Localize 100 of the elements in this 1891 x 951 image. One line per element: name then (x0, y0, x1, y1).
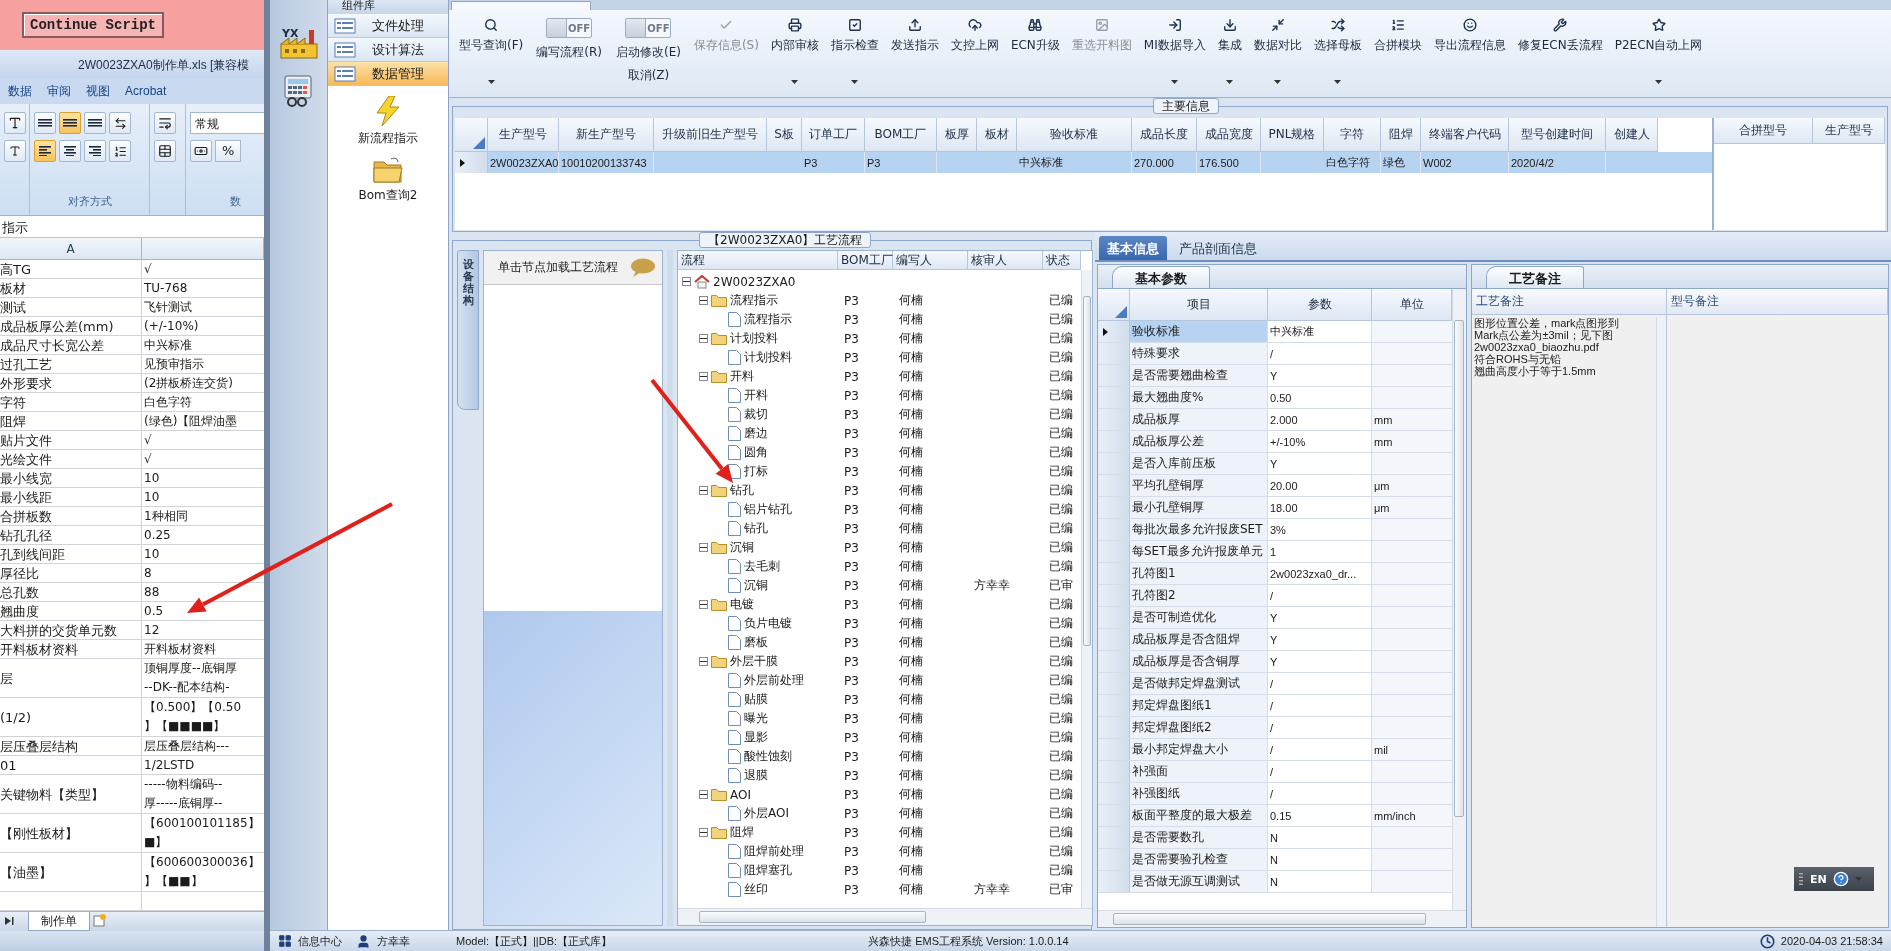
tree-item[interactable]: 阻焊塞孔 (678, 861, 838, 880)
column-header[interactable]: BOM工厂 (865, 118, 937, 152)
ribbon-tab[interactable]: 审阅 (45, 82, 84, 100)
table-cell[interactable]: 孔符图2 (1130, 585, 1268, 606)
column-header[interactable]: 参数 (1268, 289, 1372, 321)
tree-item[interactable]: 负片电镀 (678, 614, 838, 633)
column-header[interactable]: 编写人 (893, 251, 968, 270)
table-cell[interactable]: 最小孔壁铜厚 (1130, 497, 1268, 518)
table-cell[interactable]: 是否需要翘曲检查 (1130, 365, 1268, 386)
table-cell[interactable]: 是否做邦定焊盘测试 (1130, 673, 1268, 694)
currency-icon[interactable] (190, 140, 212, 162)
table-cell[interactable]: 是否可制造优化 (1130, 607, 1268, 628)
tree-item[interactable]: 磨板 (678, 633, 838, 652)
tree-item[interactable]: 显影 (678, 728, 838, 747)
tab[interactable]: 基本信息 (1099, 236, 1167, 260)
align-button[interactable] (59, 112, 81, 134)
table-cell[interactable]: 成品板厚是否含阻焊 (1130, 629, 1268, 650)
table-cell[interactable]: 成品板厚公差 (1130, 431, 1268, 452)
tree-item[interactable]: 磨边 (678, 424, 838, 443)
table-cell[interactable]: 每批次最多允许报废SET (1130, 519, 1268, 540)
collapse-icon[interactable] (699, 600, 708, 609)
tree-item[interactable]: 2W0023ZXA0 (678, 272, 838, 291)
tree-item[interactable]: 阻焊 (678, 823, 838, 842)
collapse-icon[interactable] (699, 296, 708, 305)
table-cell[interactable]: 是否需要数孔 (1130, 827, 1268, 848)
tab[interactable]: 基本参数 (1112, 266, 1210, 288)
ribbon-tab[interactable]: Acrobat (123, 84, 180, 98)
nav-item[interactable]: 设计算法 (328, 38, 448, 62)
percent-button[interactable]: % (215, 140, 242, 162)
indent-icon[interactable] (109, 140, 131, 162)
lightning-icon[interactable] (375, 96, 401, 126)
tree-item[interactable]: 流程指示 (678, 291, 838, 310)
collapse-icon[interactable] (699, 828, 708, 837)
column-header[interactable]: 型号备注 (1667, 289, 1888, 315)
align-button[interactable] (34, 112, 56, 134)
column-header[interactable]: 工艺备注 (1472, 289, 1667, 315)
toolbar-button[interactable]: 文控上网 (946, 18, 1003, 54)
tree-item[interactable]: 裁切 (678, 405, 838, 424)
table-row[interactable]: 2W0023ZXA0 10010200133743 P3 P3 中兴标准 270.000 176.500 白色字符 绿色 W002 2020/4/2 (455, 152, 1712, 173)
column-header[interactable]: 流程 (678, 251, 838, 270)
column-header[interactable]: 成品宽度 (1197, 118, 1261, 152)
tree-item[interactable]: 开料 (678, 386, 838, 405)
column-header[interactable]: S板 (767, 118, 802, 152)
wrap-text-icon[interactable] (154, 112, 176, 134)
tab[interactable]: 工艺备注 (1486, 266, 1584, 288)
collapse-icon[interactable] (682, 277, 691, 286)
toolbar-button[interactable]: 集成 (1213, 18, 1246, 87)
toolbar-button[interactable]: MI数据导入 (1139, 18, 1210, 87)
collapse-icon[interactable] (699, 543, 708, 552)
tree-item[interactable]: 贴膜 (678, 690, 838, 709)
language-bar[interactable]: EN (1794, 867, 1874, 891)
tree-item[interactable]: 开料 (678, 367, 838, 386)
table-cell[interactable]: 最大翘曲度% (1130, 387, 1268, 408)
table-cell[interactable]: 平均孔壁铜厚 (1130, 475, 1268, 496)
tree-item[interactable]: 曝光 (678, 709, 838, 728)
column-header[interactable]: 验收标准 (1017, 118, 1132, 152)
tree-item[interactable]: 电镀 (678, 595, 838, 614)
tree-item[interactable]: 丝印 (678, 880, 838, 899)
column-header[interactable]: 状态 (1043, 251, 1081, 270)
scrollbar[interactable] (1081, 270, 1092, 908)
tree-item[interactable]: 外层AOI (678, 804, 838, 823)
grid-icon[interactable] (278, 934, 292, 948)
shortcut-label[interactable]: 新流程指示 (358, 130, 418, 147)
align-button[interactable] (84, 140, 106, 162)
toolbar-button[interactable]: 合拼模块 (1369, 18, 1426, 54)
tree-item[interactable]: 阻焊前处理 (678, 842, 838, 861)
tree-item[interactable]: AOI (678, 785, 838, 804)
column-header[interactable]: 单位 (1372, 289, 1452, 321)
tree-item[interactable]: 圆角 (678, 443, 838, 462)
tree-item[interactable]: 计划投料 (678, 348, 838, 367)
toggle-switch[interactable]: OFF (625, 18, 672, 38)
side-tab[interactable]: 设备结构 (457, 250, 479, 410)
tab[interactable]: 产品剖面信息 (1171, 236, 1265, 260)
column-header[interactable]: 项目 (1130, 289, 1268, 321)
toolbar-button[interactable]: 修复ECN丢流程 (1513, 18, 1607, 54)
tree-item[interactable]: 铝片钻孔 (678, 500, 838, 519)
scrollbar[interactable] (1656, 317, 1666, 927)
toolbar-button[interactable]: 选择母板 (1309, 18, 1366, 87)
table-cell[interactable]: 邦定焊盘图纸1 (1130, 695, 1268, 716)
column-header[interactable]: 板材 (977, 118, 1017, 152)
toolbar-button[interactable]: 导出流程信息 (1429, 18, 1510, 54)
table-cell[interactable]: 补强图纸 (1130, 783, 1268, 804)
table-cell[interactable]: 成品板厚是否含铜厚 (1130, 651, 1268, 672)
tree-item[interactable]: 退膜 (678, 766, 838, 785)
toolbar-button[interactable]: P2ECN自动上网 (1610, 18, 1707, 87)
column-header[interactable]: 终端客户代码 (1421, 118, 1509, 152)
column-header[interactable]: 成品长度 (1132, 118, 1197, 152)
tree-item[interactable]: 计划投料 (678, 329, 838, 348)
tree-item[interactable]: 去毛刺 (678, 557, 838, 576)
column-header[interactable]: 升级前旧生产型号 (654, 118, 767, 152)
tree-item[interactable]: 钻孔 (678, 519, 838, 538)
table-cell[interactable]: 成品板厚 (1130, 409, 1268, 430)
align-button[interactable] (34, 140, 56, 162)
table-cell[interactable]: 孔符图1 (1130, 563, 1268, 584)
column-header[interactable]: 新生产型号 (559, 118, 654, 152)
table-cell[interactable]: 板面平整度的最大极差 (1130, 805, 1268, 826)
merge-cells-icon[interactable] (154, 140, 176, 162)
column-header[interactable]: 生产型号 (488, 118, 559, 152)
toggle-switch[interactable]: OFF (546, 18, 593, 38)
column-header[interactable]: PNL规格 (1261, 118, 1324, 152)
